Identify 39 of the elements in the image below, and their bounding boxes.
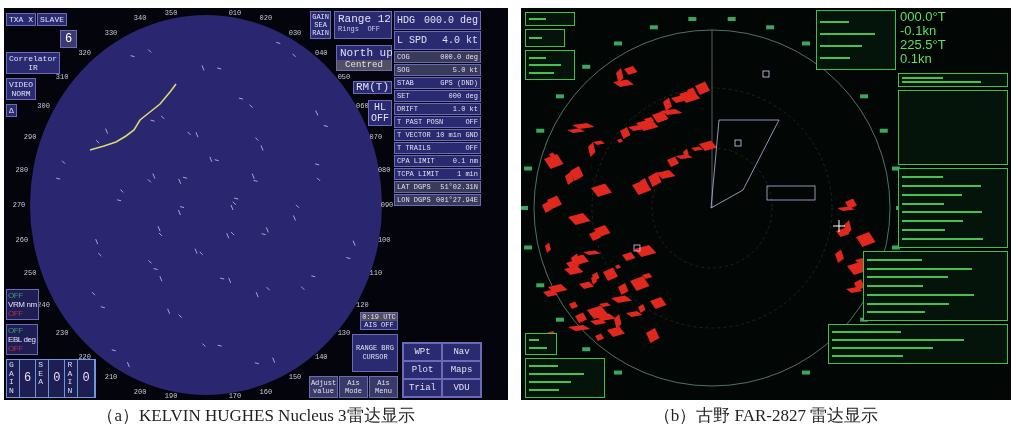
menu-button[interactable]: Maps bbox=[442, 361, 481, 379]
clutter-label: GAIN bbox=[7, 359, 20, 397]
clutter-value: 0 bbox=[78, 359, 95, 397]
readout-label: L SPD bbox=[397, 34, 427, 48]
correlator-button[interactable]: Correlator IR bbox=[6, 52, 60, 74]
menu-button[interactable]: Nav bbox=[442, 343, 481, 361]
menu-button[interactable]: WPt bbox=[403, 343, 442, 361]
marker-label: VRM nm bbox=[8, 299, 37, 309]
menu-button[interactable]: VDU bbox=[442, 379, 481, 397]
motion-button[interactable]: RM(T) bbox=[353, 81, 392, 94]
marker-status: OFF bbox=[8, 308, 23, 318]
nav-readout: 000.0°T bbox=[900, 10, 947, 24]
nav-readout: 0.1kn bbox=[900, 52, 933, 66]
readout-value: 4.0 kt bbox=[442, 34, 478, 48]
menu-button[interactable]: Plot bbox=[403, 361, 442, 379]
clutter-label: SEA bbox=[36, 359, 50, 397]
nav-readout: -0.1kn bbox=[900, 24, 938, 38]
slave-button[interactable]: SLAVE bbox=[37, 13, 68, 26]
orientation-readout: North up bbox=[339, 46, 391, 60]
readout-value: 000.0 deg bbox=[424, 14, 478, 28]
figure-caption: （b）古野 FAR-2827 雷达显示 bbox=[652, 405, 880, 427]
readout-label: HDG bbox=[397, 14, 415, 28]
video-button[interactable]: VIDEO NORM bbox=[6, 78, 36, 100]
centring-readout: Centred bbox=[337, 60, 391, 70]
figure-caption: （a）KELVIN HUGHES Nucleus 3雷达显示 bbox=[96, 405, 416, 427]
marker-status: OFF bbox=[8, 290, 23, 300]
marker-status: OFF bbox=[8, 343, 23, 353]
clutter-value: 0 bbox=[49, 359, 66, 397]
nav-readout: 225.5°T bbox=[900, 38, 947, 52]
marker-label: EBL deg bbox=[8, 334, 36, 344]
marker-status: OFF bbox=[8, 325, 23, 335]
level-digit: 6 bbox=[60, 30, 78, 48]
menu-button[interactable]: Trial bbox=[403, 379, 442, 397]
range-readout: Range 12 bbox=[338, 13, 388, 25]
transmitter-button[interactable]: TXA X bbox=[6, 13, 36, 26]
clutter-value: 6 bbox=[20, 359, 37, 397]
heading-line-button[interactable]: HL OFF bbox=[368, 100, 392, 126]
clutter-label: RAIN bbox=[65, 359, 79, 397]
delta-button[interactable]: Δ bbox=[6, 104, 17, 117]
